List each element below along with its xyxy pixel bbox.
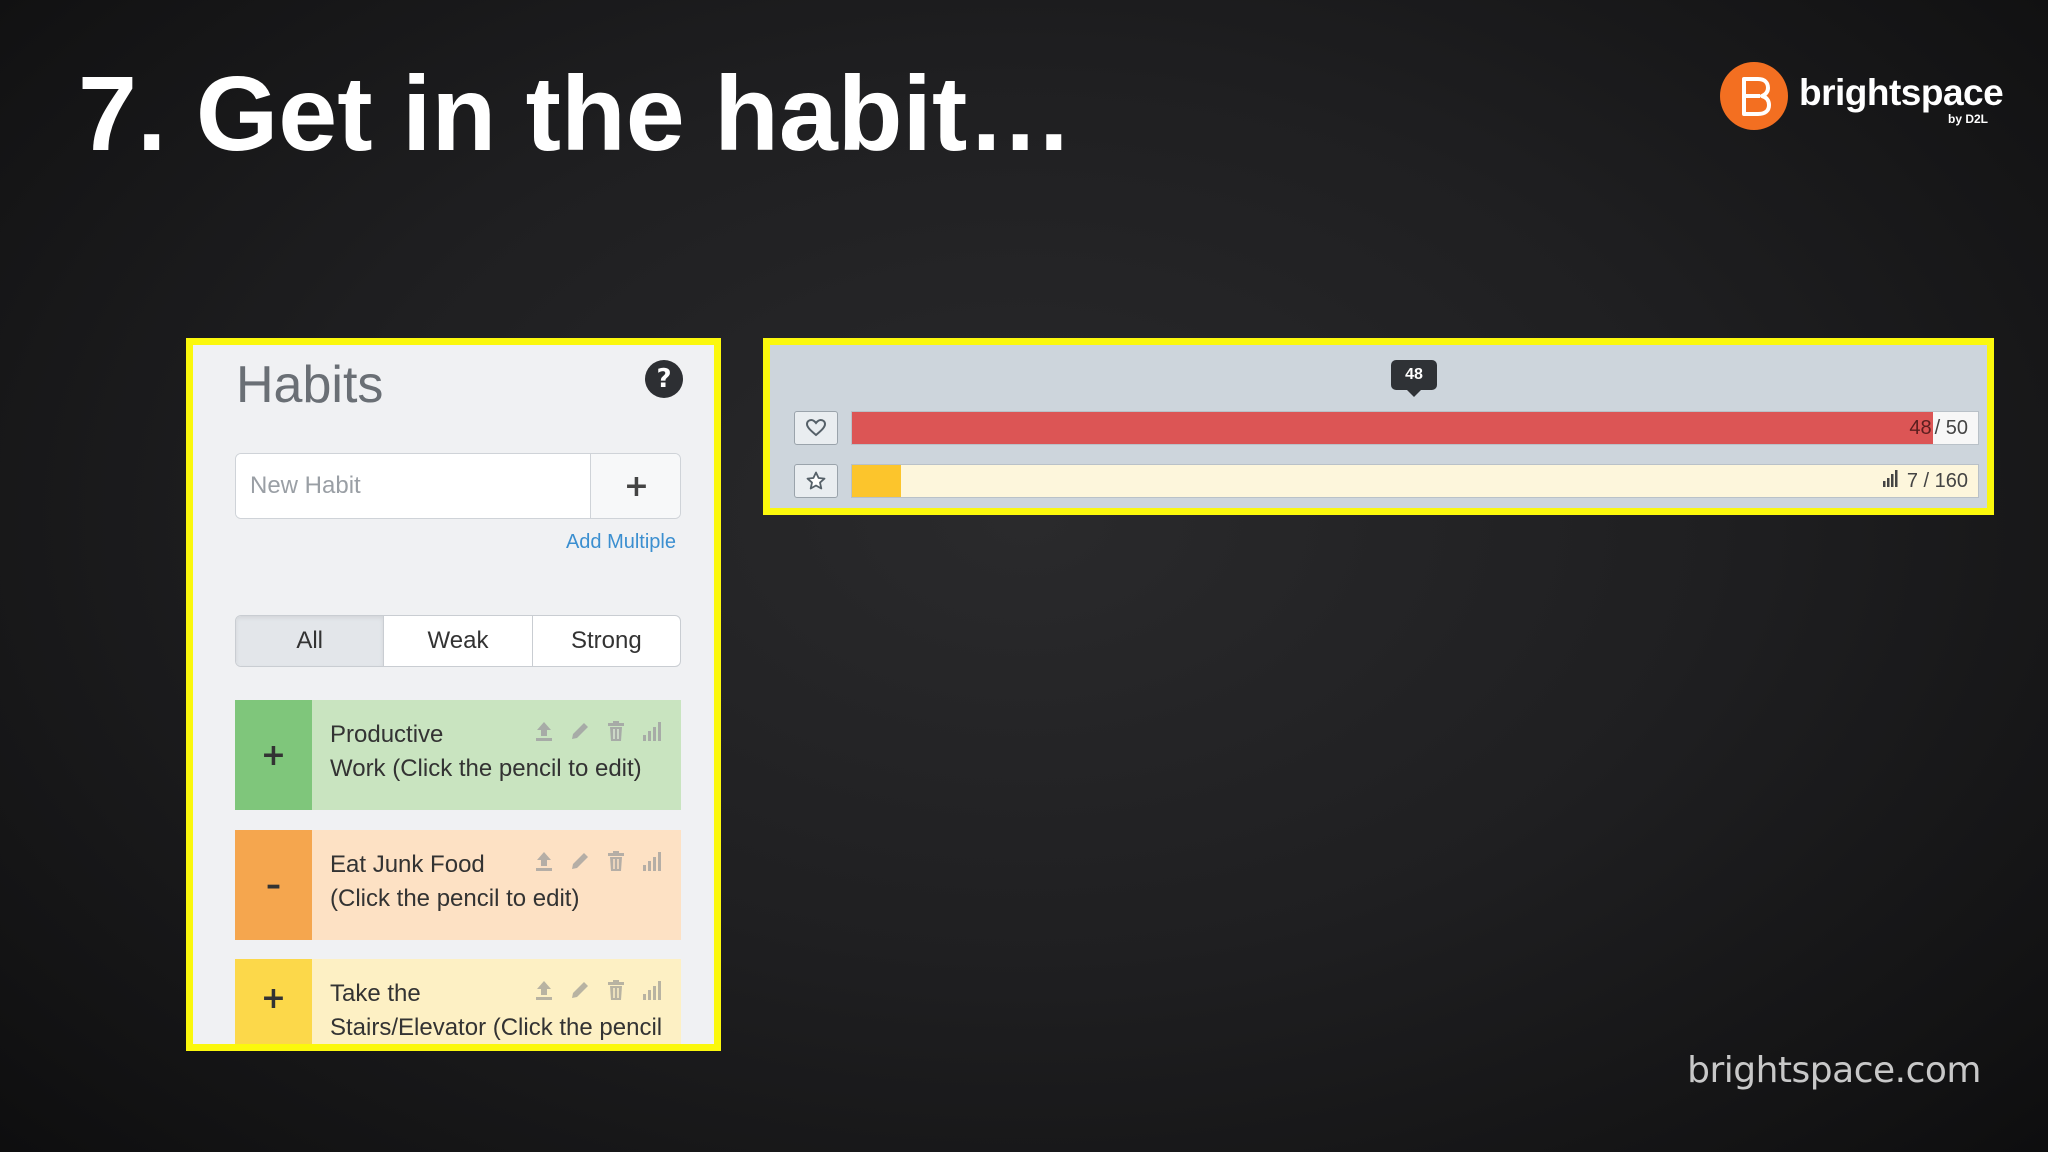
habit-filter-tabs: All Weak Strong <box>235 615 681 667</box>
bar-chart-icon[interactable] <box>639 848 665 874</box>
health-tooltip: 48 <box>1391 360 1437 397</box>
experience-value: 7 / 160 <box>1881 465 1968 497</box>
pencil-icon[interactable] <box>567 848 593 874</box>
health-current: 48 <box>1909 416 1932 439</box>
habit-actions <box>531 848 665 874</box>
question-circle-icon[interactable]: ? <box>645 360 683 398</box>
experience-bar: 7 / 160 <box>851 464 1979 498</box>
upload-icon[interactable] <box>531 718 557 744</box>
upload-icon[interactable] <box>531 977 557 1003</box>
habit-text-line2: Stairs/Elevator (Click the pencil <box>330 1014 663 1041</box>
pencil-icon[interactable] <box>567 718 593 744</box>
bar-chart-icon[interactable] <box>1881 468 1901 494</box>
logo-wordmark: brightspace <box>1799 72 2004 113</box>
habits-title: Habits <box>236 356 384 414</box>
tab-all[interactable]: All <box>236 616 385 666</box>
habit-text-line2: Work (Click the pencil to edit) <box>330 755 642 782</box>
habit-body: Eat Junk Food (Click the pencil to edit) <box>312 830 681 940</box>
habit-plus-button[interactable]: + <box>235 959 312 1044</box>
logo-byline: by D2L <box>1947 112 1988 126</box>
experience-label: 7 / 160 <box>1906 469 1968 492</box>
add-multiple-link[interactable]: Add Multiple <box>566 531 676 554</box>
health-bar: 48 / 50 <box>851 411 1979 445</box>
brightspace-b-icon <box>1720 62 1788 130</box>
footer-url: brightspace.com <box>1687 1050 1981 1091</box>
new-habit-input[interactable] <box>236 454 590 518</box>
habit-actions <box>531 718 665 744</box>
health-bar-fill <box>852 412 1933 444</box>
habit-item: + Take the Stairs/Elevator (Click the pe… <box>235 959 681 1044</box>
health-value: 48 / 50 <box>1909 412 1968 444</box>
habit-actions <box>531 977 665 1003</box>
pencil-icon[interactable] <box>567 977 593 1003</box>
habit-item: – Eat Junk Food (Click the pencil to edi… <box>235 830 681 940</box>
habit-body: Productive Work (Click the pencil to edi… <box>312 700 681 810</box>
habit-plus-button[interactable]: + <box>235 700 312 810</box>
stats-panel: 48 48 / 50 7 / 160 <box>763 338 1994 515</box>
habit-item: + Productive Work (Click the pencil to e… <box>235 700 681 810</box>
slide-title: 7. Get in the habit… <box>78 55 1074 173</box>
experience-bar-fill <box>852 465 902 497</box>
star-icon <box>794 464 838 498</box>
tab-strong[interactable]: Strong <box>533 616 680 666</box>
habits-panel: Habits ? + Add Multiple All Weak Strong … <box>186 338 721 1051</box>
tab-weak[interactable]: Weak <box>384 616 533 666</box>
habit-minus-button[interactable]: – <box>235 830 312 940</box>
habit-text-line2: (Click the pencil to edit) <box>330 885 580 912</box>
bar-chart-icon[interactable] <box>639 718 665 744</box>
new-habit-group: + <box>235 453 681 519</box>
trash-icon[interactable] <box>603 718 629 744</box>
bar-chart-icon[interactable] <box>639 977 665 1003</box>
brightspace-logo: brightspace by D2L <box>1720 60 2004 132</box>
add-habit-button[interactable]: + <box>590 454 680 518</box>
heart-icon <box>794 411 838 445</box>
trash-icon[interactable] <box>603 977 629 1003</box>
health-max: / 50 <box>1934 416 1968 439</box>
trash-icon[interactable] <box>603 848 629 874</box>
upload-icon[interactable] <box>531 848 557 874</box>
habit-body: Take the Stairs/Elevator (Click the penc… <box>312 959 681 1044</box>
